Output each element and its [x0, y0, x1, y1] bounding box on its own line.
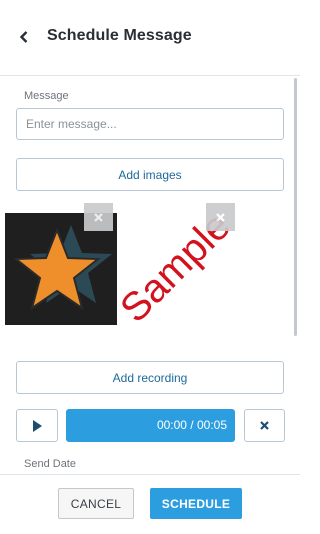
message-input[interactable]: [16, 108, 284, 140]
remove-image-button[interactable]: [206, 203, 235, 231]
audio-time: 00:00 / 00:05: [156, 418, 227, 432]
play-icon: [33, 419, 42, 432]
message-label: Message: [24, 90, 69, 102]
scrollbar[interactable]: [294, 78, 297, 336]
play-button[interactable]: [16, 409, 58, 442]
remove-image-button[interactable]: [84, 203, 113, 231]
cancel-button[interactable]: CANCEL: [58, 488, 134, 519]
add-images-button[interactable]: Add images: [16, 158, 284, 191]
header: Schedule Message: [0, 0, 300, 76]
delete-recording-button[interactable]: [244, 409, 285, 442]
page-title: Schedule Message: [47, 27, 192, 44]
audio-progress-bar[interactable]: 00:00 / 00:05: [66, 409, 235, 442]
add-recording-button[interactable]: Add recording: [16, 361, 284, 394]
close-icon: [94, 212, 103, 222]
close-icon: [260, 421, 269, 430]
send-date-label: Send Date: [24, 458, 76, 470]
chevron-left-icon: [19, 31, 28, 43]
back-button[interactable]: [16, 27, 32, 47]
close-icon: [216, 212, 225, 222]
footer: CANCEL SCHEDULE: [0, 474, 300, 534]
schedule-button[interactable]: SCHEDULE: [150, 488, 242, 519]
